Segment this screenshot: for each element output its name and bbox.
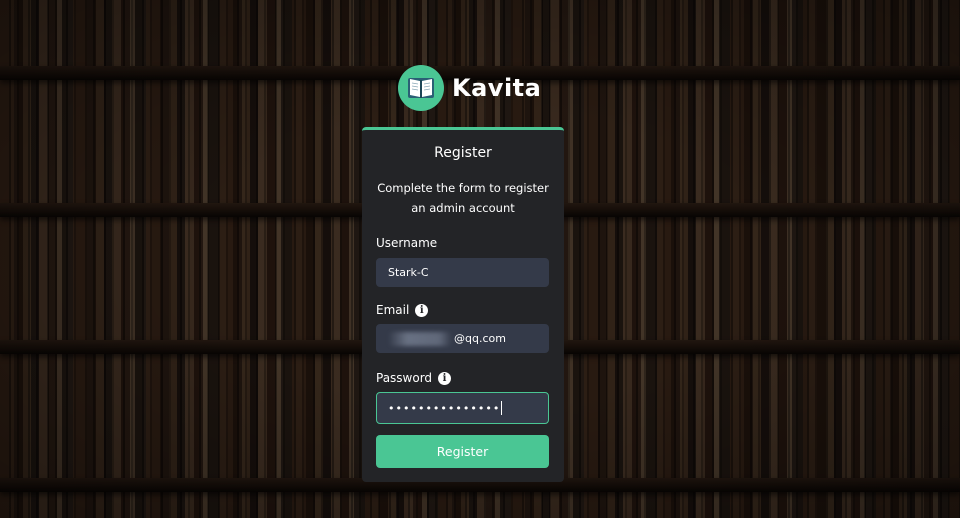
- info-icon[interactable]: i: [415, 303, 429, 317]
- username-value: Stark-C: [388, 266, 429, 279]
- email-input[interactable]: @qq.com: [376, 324, 549, 353]
- password-input[interactable]: •••••••••••••••: [376, 392, 549, 424]
- email-value: @qq.com: [454, 332, 506, 345]
- redacted-email-prefix: [388, 331, 452, 346]
- email-label: Email i: [376, 303, 429, 317]
- page: Kavita Register Complete the form to reg…: [0, 0, 960, 518]
- card-title: Register: [434, 145, 492, 161]
- open-book-icon: [398, 65, 444, 111]
- card-description: Complete the form to register an admin a…: [377, 181, 549, 215]
- register-card: Register Complete the form to register a…: [362, 127, 564, 482]
- username-input[interactable]: Stark-C: [376, 258, 549, 287]
- info-icon[interactable]: i: [438, 371, 452, 385]
- text-caret: [501, 401, 503, 415]
- register-button[interactable]: Register: [376, 435, 549, 468]
- username-label: Username: [376, 236, 437, 250]
- password-label: Password i: [376, 371, 452, 385]
- app-name: Kavita: [452, 74, 542, 102]
- app-logo: Kavita: [398, 64, 541, 112]
- username-label-text: Username: [376, 236, 438, 250]
- email-label-text: Email: [376, 303, 410, 317]
- password-value: •••••••••••••••: [388, 401, 501, 415]
- password-label-text: Password: [376, 371, 433, 385]
